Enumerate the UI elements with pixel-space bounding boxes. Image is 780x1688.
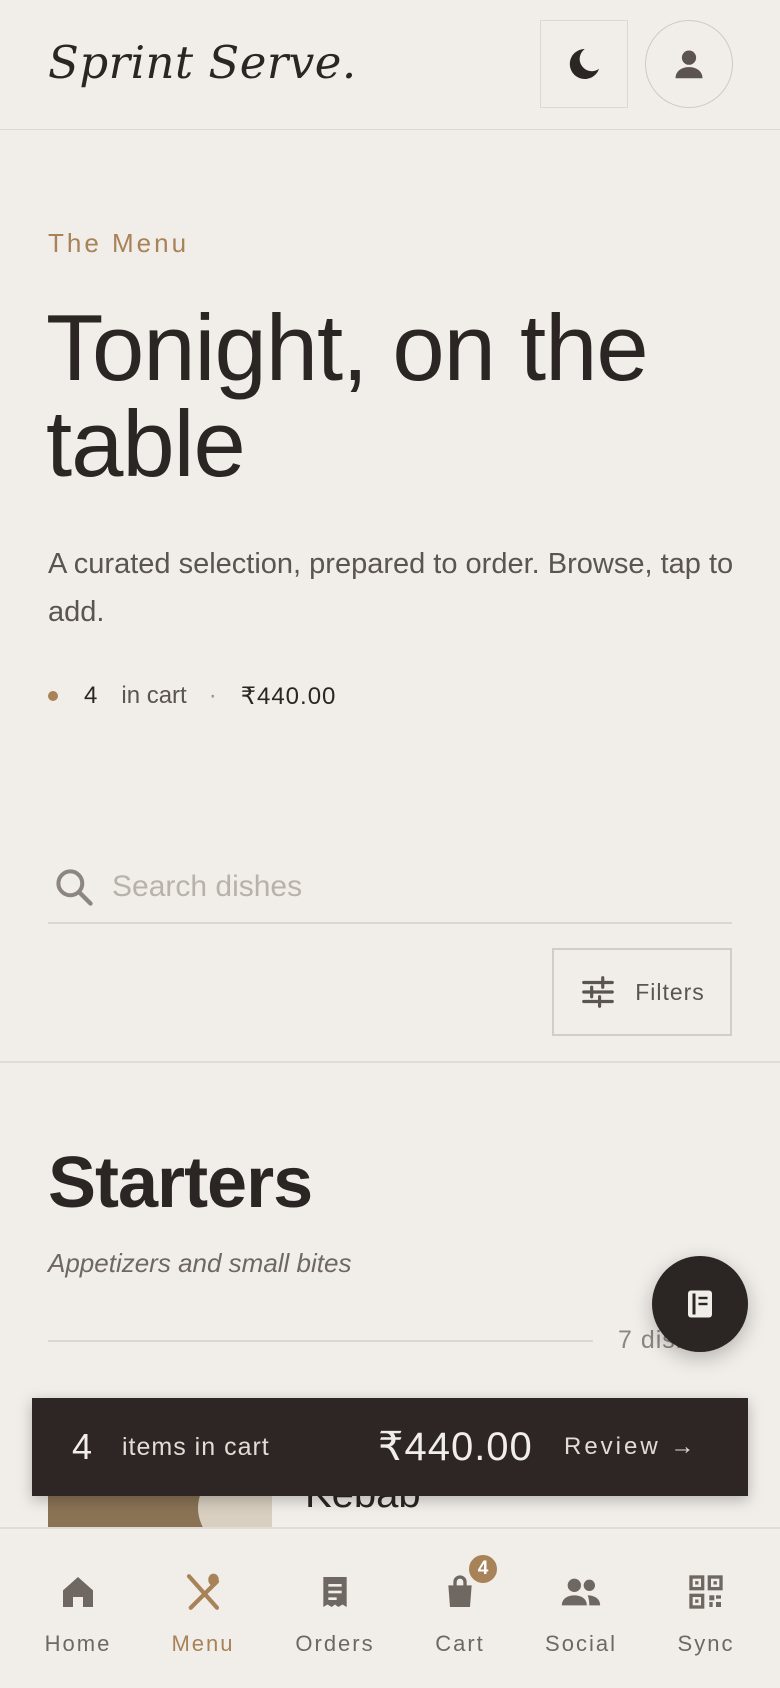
search-bar — [48, 852, 732, 924]
nav-label-cart: Cart — [435, 1631, 485, 1656]
cart-bar-count: 4 — [72, 1426, 93, 1467]
moon-icon — [569, 48, 600, 80]
qr-icon — [689, 1575, 723, 1609]
nav-label-menu: Menu — [171, 1631, 235, 1656]
book-icon — [688, 1290, 712, 1318]
nav-item-cart[interactable]: 4 Cart — [400, 1553, 520, 1669]
separator: · — [208, 682, 217, 709]
receipt-icon — [323, 1577, 347, 1607]
filters-label: Filters — [635, 978, 705, 1005]
page-title: Tonight, on the table — [46, 295, 649, 496]
nav-item-menu[interactable]: Menu — [143, 1569, 263, 1669]
nav-label-sync: Sync — [677, 1631, 735, 1656]
app-header: Sprint Serve. — [0, 0, 780, 130]
status-dot — [48, 691, 58, 701]
cart-count: 4 — [84, 682, 98, 709]
sliders-icon — [582, 976, 615, 1008]
review-button[interactable]: Review → — [564, 1433, 697, 1461]
cart-status: 4 in cart · ₹440.00 — [48, 681, 336, 711]
nav-item-social[interactable]: Social — [521, 1569, 641, 1669]
divider — [0, 1061, 780, 1063]
cart-bar-total: ₹440.00 — [378, 1425, 533, 1469]
cart-summary-bar[interactable]: 4 items in cart ₹440.00 Review → — [32, 1398, 748, 1496]
page-subtitle: A curated selection, prepared to order. … — [48, 548, 734, 628]
search-input[interactable] — [112, 870, 672, 904]
profile-button[interactable] — [645, 20, 733, 108]
nav-item-sync[interactable]: Sync — [646, 1569, 766, 1669]
theme-toggle-button[interactable] — [540, 20, 628, 108]
cart-bar-label: items in cart — [122, 1432, 270, 1461]
utensils-icon — [186, 1573, 220, 1610]
nav-label-home: Home — [44, 1631, 112, 1656]
section-subtitle: Appetizers and small bites — [48, 1248, 352, 1278]
people-icon — [561, 1578, 601, 1606]
cart-badge: 4 — [467, 1553, 499, 1585]
nav-label-social: Social — [545, 1631, 617, 1656]
cart-total: ₹440.00 — [240, 682, 337, 710]
nav-item-orders[interactable]: Orders — [275, 1569, 395, 1669]
nav-item-home[interactable]: Home — [18, 1569, 138, 1669]
menu-index-button[interactable] — [652, 1256, 748, 1352]
menu-eyebrow: The Menu — [48, 228, 190, 258]
brand-logo[interactable]: Sprint Serve. — [48, 36, 357, 89]
nav-label-orders: Orders — [295, 1631, 375, 1656]
section-title: Starters — [48, 1143, 313, 1223]
home-icon — [63, 1577, 93, 1607]
section-divider — [48, 1340, 593, 1342]
search-icon — [56, 869, 93, 906]
filters-button[interactable]: Filters — [552, 948, 732, 1036]
user-icon — [675, 50, 703, 79]
cart-count-label: in cart — [121, 682, 187, 709]
bottom-nav: Home Menu Orders 4 Cart Social Sync — [0, 1527, 780, 1688]
